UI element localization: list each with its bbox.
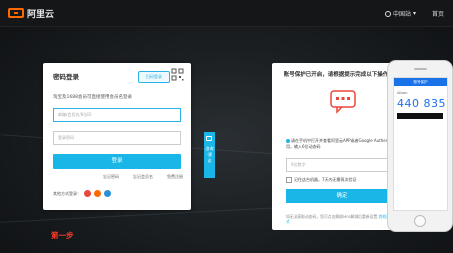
forgot-password-link[interactable]: 忘记密码 <box>103 174 119 180</box>
redacted-bar <box>397 113 443 119</box>
login-title: 密码登录 <box>53 73 79 81</box>
chevron-down-icon: ▾ <box>413 10 417 17</box>
phone-account-label: Alison <box>397 91 408 95</box>
alipay-icon[interactable] <box>104 190 111 197</box>
dynamic-code-input[interactable]: 6位数字 <box>286 158 396 172</box>
remember-device-row[interactable]: 记住这台机器，7天内无需再次验证 <box>286 177 357 183</box>
login-links: 忘记密码 忘记会员名 免费注册 <box>103 174 183 180</box>
confirm-button[interactable]: 确定 <box>286 189 398 203</box>
step-caption: 第一步 <box>51 231 74 240</box>
phone-screen: 账号保护 Alison 440 835 <box>393 77 448 211</box>
feedback-side-tab[interactable]: 咨询·建议 <box>204 132 215 178</box>
qr-login-tag[interactable]: 扫码登录 <box>138 71 170 83</box>
remember-checkbox[interactable] <box>286 177 292 183</box>
username-input[interactable]: 邮箱/会员名/8位ID <box>53 108 181 122</box>
aliyun-logo-icon <box>8 8 24 18</box>
login-card: 密码登录 扫码登录 淘宝及1688会员可直接使用会员名登录 邮箱/会员名/8位I… <box>43 63 191 210</box>
verification-title: 账号保护已开启，请根据提示完成以下操作 <box>283 72 389 78</box>
phone-home-button <box>414 215 426 227</box>
phone-mockup: 账号保护 Alison 440 835 <box>387 60 453 232</box>
globe-icon <box>385 10 391 17</box>
aliyun-logo[interactable]: 阿里云 <box>8 7 55 20</box>
help-icon <box>286 139 290 143</box>
qr-code-icon[interactable] <box>171 68 184 81</box>
weibo-icon[interactable] <box>84 190 91 197</box>
login-button[interactable]: 登录 <box>53 154 181 169</box>
home-link[interactable]: 首页 <box>432 9 444 18</box>
remember-label: 记住这台机器，7天内无需再次验证 <box>294 177 357 182</box>
password-input[interactable]: 登录密码 <box>53 131 181 145</box>
taobao-icon[interactable] <box>94 190 101 197</box>
region-label: 中国站 <box>393 11 412 18</box>
sms-code-icon <box>330 90 356 114</box>
verification-footer: 如无法获取动态码，您可点击解绑MFA解绑后重新设置 其他验证方式 <box>286 214 400 224</box>
page-background: 阿里云 中国站 ▾ 首页 密码登录 扫码登录 淘宝及1688会员可直接使用会员名… <box>0 0 453 253</box>
other-login-methods: 其他方式登录： <box>53 190 111 197</box>
logo-text: 阿里云 <box>27 9 55 20</box>
phone-app-title: 账号保护 <box>394 78 447 86</box>
forgot-username-link[interactable]: 忘记会员名 <box>133 174 153 180</box>
top-nav-bar: 阿里云 中国站 ▾ 首页 <box>0 0 453 27</box>
login-subtitle: 淘宝及1688会员可直接使用会员名登录 <box>53 95 132 100</box>
phone-speaker <box>414 68 427 70</box>
feedback-label: 咨询·建议 <box>205 146 214 163</box>
region-selector[interactable]: 中国站 ▾ <box>385 9 416 18</box>
register-link[interactable]: 免费注册 <box>167 174 183 180</box>
other-methods-label: 其他方式登录： <box>53 190 81 196</box>
feedback-icon <box>206 136 212 141</box>
footer-text: 如无法获取动态码，您可点击解绑MFA解绑后重新设置 <box>286 214 378 219</box>
phone-dynamic-code: 440 835 <box>397 97 446 110</box>
